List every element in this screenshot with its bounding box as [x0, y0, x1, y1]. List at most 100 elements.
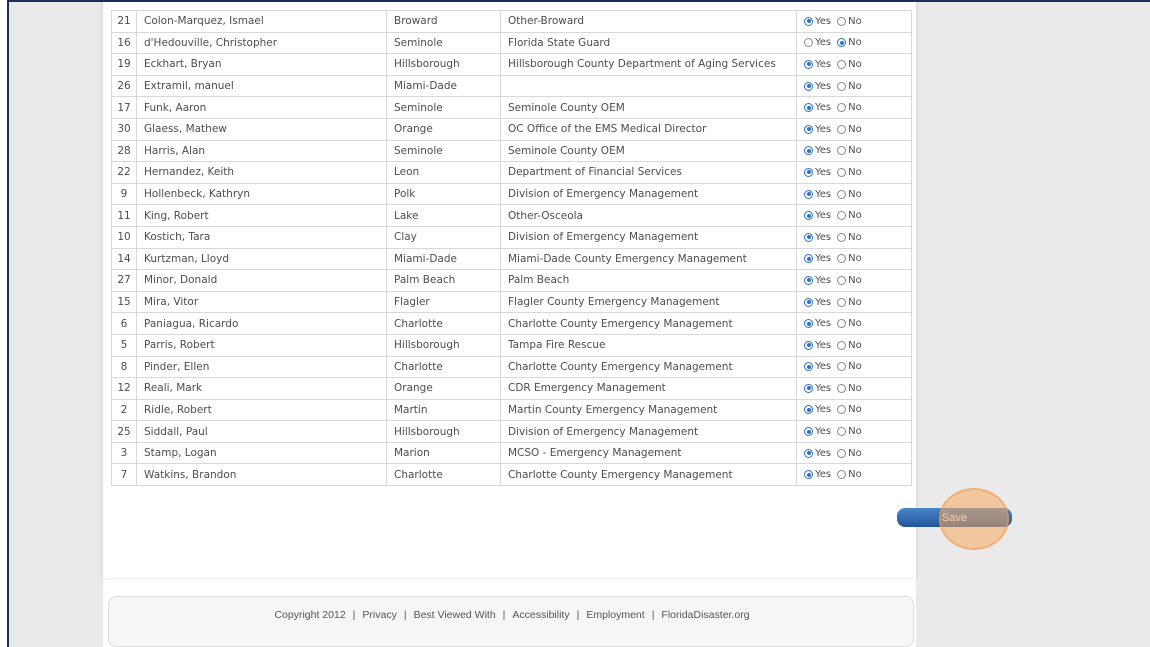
radio-yes-label[interactable]: Yes [815, 383, 831, 394]
radio-no-label[interactable]: No [848, 189, 862, 200]
radio-no-label[interactable]: No [848, 448, 862, 459]
radio-no-label[interactable]: No [848, 340, 862, 351]
radio-no-label[interactable]: No [848, 318, 862, 329]
radio-yes[interactable] [804, 167, 813, 177]
radio-no-label[interactable]: No [848, 253, 862, 264]
radio-no-label[interactable]: No [848, 16, 862, 27]
radio-yes[interactable] [804, 362, 813, 372]
radio-yes[interactable] [804, 211, 813, 221]
radio-yes-label[interactable]: Yes [815, 124, 831, 135]
radio-yes[interactable] [804, 59, 813, 69]
radio-yes-label[interactable]: Yes [815, 469, 831, 480]
radio-no[interactable] [837, 275, 847, 285]
radio-yes[interactable] [804, 232, 813, 242]
radio-yes-label[interactable]: Yes [815, 448, 831, 459]
footer-link[interactable]: Employment [586, 609, 644, 621]
radio-yes-label[interactable]: Yes [815, 361, 831, 372]
radio-no[interactable] [837, 232, 847, 242]
radio-yes[interactable] [804, 16, 813, 26]
radio-no[interactable] [837, 16, 847, 26]
radio-no[interactable] [837, 38, 847, 48]
radio-no[interactable] [837, 405, 847, 415]
radio-yes-label[interactable]: Yes [815, 145, 831, 156]
radio-no-label[interactable]: No [848, 145, 862, 156]
radio-no-label[interactable]: No [848, 167, 862, 178]
radio-no[interactable] [837, 103, 847, 113]
radio-no-label[interactable]: No [848, 102, 862, 113]
radio-yes[interactable] [804, 297, 813, 307]
radio-yes-label[interactable]: Yes [815, 426, 831, 437]
footer-link[interactable]: Best Viewed With [414, 609, 496, 621]
radio-yes-label[interactable]: Yes [815, 232, 831, 243]
radio-no-label[interactable]: No [848, 404, 862, 415]
radio-no[interactable] [837, 383, 847, 393]
radio-yes-label[interactable]: Yes [815, 404, 831, 415]
radio-no[interactable] [837, 470, 847, 480]
radio-yes[interactable] [804, 124, 813, 134]
radio-no-label[interactable]: No [848, 383, 862, 394]
radio-yes[interactable] [804, 254, 813, 264]
radio-no[interactable] [837, 427, 847, 437]
radio-yes-label[interactable]: Yes [815, 37, 831, 48]
radio-no-label[interactable]: No [848, 469, 862, 480]
radio-yes[interactable] [804, 340, 813, 350]
radio-no-label[interactable]: No [848, 232, 862, 243]
radio-yes-label[interactable]: Yes [815, 189, 831, 200]
radio-no[interactable] [837, 146, 847, 156]
radio-yes[interactable] [804, 189, 813, 199]
radio-yes-label[interactable]: Yes [815, 253, 831, 264]
radio-no-label[interactable]: No [848, 275, 862, 286]
radio-no-label[interactable]: No [848, 210, 862, 221]
radio-no[interactable] [837, 81, 847, 91]
footer-link[interactable]: FloridaDisaster.org [661, 609, 749, 621]
radio-yes-label[interactable]: Yes [815, 340, 831, 351]
radio-yes[interactable] [804, 275, 813, 285]
radio-yes-label[interactable]: Yes [815, 102, 831, 113]
radio-yes-label[interactable]: Yes [815, 275, 831, 286]
radio-no-label[interactable]: No [848, 37, 862, 48]
radio-yes-label[interactable]: Yes [815, 318, 831, 329]
radio-yes[interactable] [804, 470, 813, 480]
cell-county: Seminole [386, 31, 501, 55]
radio-no[interactable] [837, 340, 847, 350]
radio-no-label[interactable]: No [848, 297, 862, 308]
radio-no[interactable] [837, 59, 847, 69]
radio-no[interactable] [837, 189, 847, 199]
radio-yes[interactable] [804, 383, 813, 393]
radio-no[interactable] [837, 211, 847, 221]
radio-no-label[interactable]: No [848, 426, 862, 437]
radio-yes[interactable] [804, 38, 813, 48]
cell-id: 17 [111, 96, 137, 119]
radio-no[interactable] [837, 362, 847, 372]
radio-yes[interactable] [804, 103, 813, 113]
radio-no[interactable] [837, 167, 847, 177]
cell-county: Lake [386, 204, 501, 227]
radio-yes-label[interactable]: Yes [815, 167, 831, 178]
radio-yes-label[interactable]: Yes [815, 210, 831, 221]
radio-yes[interactable] [804, 427, 813, 437]
cell-id: 14 [111, 247, 137, 271]
radio-yes[interactable] [804, 448, 813, 458]
radio-yes[interactable] [804, 81, 813, 91]
radio-no[interactable] [837, 124, 847, 134]
cell-id: 30 [111, 117, 137, 141]
radio-no[interactable] [837, 448, 847, 458]
radio-yes-label[interactable]: Yes [815, 59, 831, 70]
table-row: 27 Minor, Donald Palm Beach Palm Beach Yes No [111, 269, 912, 292]
radio-no[interactable] [837, 319, 847, 329]
radio-yes[interactable] [804, 319, 813, 329]
radio-no-label[interactable]: No [848, 124, 862, 135]
footer-link[interactable]: Privacy [362, 609, 396, 621]
radio-yes-label[interactable]: Yes [815, 81, 831, 92]
radio-no-label[interactable]: No [848, 81, 862, 92]
radio-no[interactable] [837, 254, 847, 264]
radio-no-label[interactable]: No [848, 59, 862, 70]
save-button[interactable]: Save [897, 508, 1012, 527]
footer-link[interactable]: Accessibility [512, 609, 569, 621]
radio-yes-label[interactable]: Yes [815, 16, 831, 27]
radio-yes-label[interactable]: Yes [815, 297, 831, 308]
radio-no[interactable] [837, 297, 847, 307]
radio-yes[interactable] [804, 146, 813, 156]
radio-yes[interactable] [804, 405, 813, 415]
radio-no-label[interactable]: No [848, 361, 862, 372]
